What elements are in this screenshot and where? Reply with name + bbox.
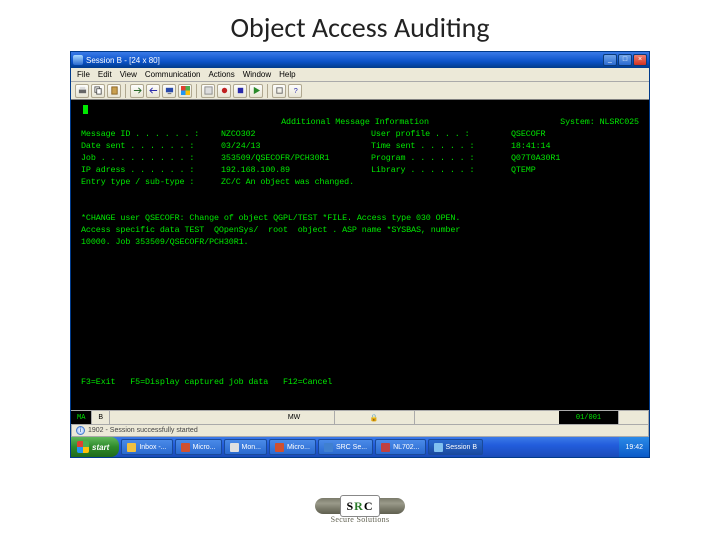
task-label: Session B — [446, 444, 478, 451]
slide-title: Object Access Auditing — [0, 0, 720, 51]
windows-logo-icon — [77, 441, 89, 453]
start-label: start — [92, 443, 109, 452]
maximize-button[interactable]: □ — [618, 54, 632, 66]
ipaddress-value: 192.168.100.89 — [221, 164, 371, 176]
menubar: File Edit View Communication Actions Win… — [71, 68, 649, 82]
info-icon: i — [76, 426, 85, 435]
toolbar-receive-icon[interactable] — [146, 84, 160, 98]
message-text: 1902 - Session successfully started — [88, 427, 198, 434]
timesent-value: 18:41:14 — [511, 140, 639, 152]
taskbar-item-7[interactable]: Session B — [428, 439, 484, 455]
taskbar-item-2[interactable]: Micro... — [175, 439, 222, 455]
logo-s: S — [346, 499, 354, 514]
toolbar-map-icon[interactable] — [201, 84, 215, 98]
menu-communication[interactable]: Communication — [141, 70, 205, 79]
program-value: Q07T0A30R1 — [511, 152, 639, 164]
toolbar: ? — [71, 82, 649, 100]
library-value: QTEMP — [511, 164, 639, 176]
status-ma: MA — [71, 411, 92, 424]
library-label: Library . . . . . . : — [371, 164, 511, 176]
task-label: SRC Se... — [336, 444, 367, 451]
task-label: Mon... — [242, 444, 261, 451]
taskbar-item-1[interactable]: Inbox -... — [121, 439, 172, 455]
cursor-coord: 01/001 — [559, 411, 619, 424]
toolbar-play-icon[interactable] — [249, 84, 263, 98]
toolbar-record-icon[interactable] — [217, 84, 231, 98]
task-label: Micro... — [287, 444, 310, 451]
task-label: NL702... — [393, 444, 419, 451]
status-mw: MW — [255, 411, 335, 424]
minimize-button[interactable]: _ — [603, 54, 617, 66]
function-keys: F3=Exit F5=Display captured job data F12… — [81, 376, 639, 388]
task-label: Inbox -... — [139, 444, 166, 451]
toolbar-stop-icon[interactable] — [233, 84, 247, 98]
toolbar-display-icon[interactable] — [162, 84, 176, 98]
msgid-label: Message ID . . . . . . : — [81, 128, 221, 140]
job-value: 353509/QSECOFR/PCH30R1 — [221, 152, 371, 164]
toolbar-config-icon[interactable] — [272, 84, 286, 98]
msgid-value: NZCO302 — [221, 128, 371, 140]
start-button[interactable]: start — [71, 437, 119, 457]
cursor-icon — [83, 105, 88, 114]
taskbar-item-3[interactable]: Mon... — [224, 439, 267, 455]
entrytype-label: Entry type / sub-type : — [81, 176, 221, 188]
task-label: Micro... — [193, 444, 216, 451]
menu-actions[interactable]: Actions — [204, 70, 238, 79]
status-lock-icon: 🔒 — [335, 411, 415, 424]
tray-clock: 19:42 — [625, 444, 643, 451]
screen-title: Additional Message Information — [221, 116, 489, 128]
close-button[interactable]: × — [633, 54, 647, 66]
taskbar: start Inbox -... Micro... Mon... Micro..… — [71, 437, 649, 457]
menu-help[interactable]: Help — [275, 70, 299, 79]
toolbar-paste-icon[interactable] — [107, 84, 121, 98]
msg-body-line1: *CHANGE user QSECOFR: Change of object Q… — [81, 212, 639, 224]
menu-file[interactable]: File — [73, 70, 94, 79]
app-icon — [73, 55, 83, 65]
msg-body-line2: Access specific data TEST QOpenSys/ root… — [81, 224, 639, 236]
program-label: Program . . . . . . : — [371, 152, 511, 164]
svg-text:?: ? — [293, 86, 297, 95]
userprofile-value: QSECOFR — [511, 128, 639, 140]
taskbar-item-5[interactable]: SRC Se... — [318, 439, 373, 455]
menu-window[interactable]: Window — [239, 70, 275, 79]
toolbar-help-icon[interactable]: ? — [288, 84, 302, 98]
oaa-statusbar: MA B MW 🔒 01/001 — [71, 410, 649, 424]
msg-body-line3: 10000. Job 353509/QSECOFR/PCH30R1. — [81, 236, 639, 248]
src-logo: SRC Secure Solutions — [315, 498, 405, 524]
userprofile-label: User profile . . . : — [371, 128, 511, 140]
system-tray[interactable]: 19:42 — [619, 437, 649, 457]
datesent-label: Date sent . . . . . . : — [81, 140, 221, 152]
menu-edit[interactable]: Edit — [94, 70, 116, 79]
taskbar-item-4[interactable]: Micro... — [269, 439, 316, 455]
status-b: B — [92, 411, 110, 424]
terminal-window: Session B - [24 x 80] _ □ × File Edit Vi… — [70, 51, 650, 458]
system-value: NLSRC025 — [600, 117, 639, 127]
terminal-screen[interactable]: Additional Message Information System: N… — [71, 100, 649, 410]
toolbar-print-icon[interactable] — [75, 84, 89, 98]
window-title: Session B - [24 x 80] — [86, 56, 603, 65]
toolbar-color-icon[interactable] — [178, 84, 192, 98]
system-label: System: — [560, 117, 594, 127]
toolbar-copy-icon[interactable] — [91, 84, 105, 98]
toolbar-send-icon[interactable] — [130, 84, 144, 98]
ipaddress-label: IP adress . . . . . . : — [81, 164, 221, 176]
titlebar[interactable]: Session B - [24 x 80] _ □ × — [71, 52, 649, 68]
logo-r: R — [354, 499, 364, 514]
menu-view[interactable]: View — [116, 70, 141, 79]
taskbar-item-6[interactable]: NL702... — [375, 439, 425, 455]
timesent-label: Time sent . . . . . : — [371, 140, 511, 152]
logo-c: C — [364, 499, 374, 514]
entrytype-value: ZC/C An object was changed. — [221, 176, 354, 188]
datesent-value: 03/24/13 — [221, 140, 371, 152]
message-bar: i 1902 - Session successfully started — [71, 424, 649, 437]
job-label: Job . . . . . . . . . : — [81, 152, 221, 164]
